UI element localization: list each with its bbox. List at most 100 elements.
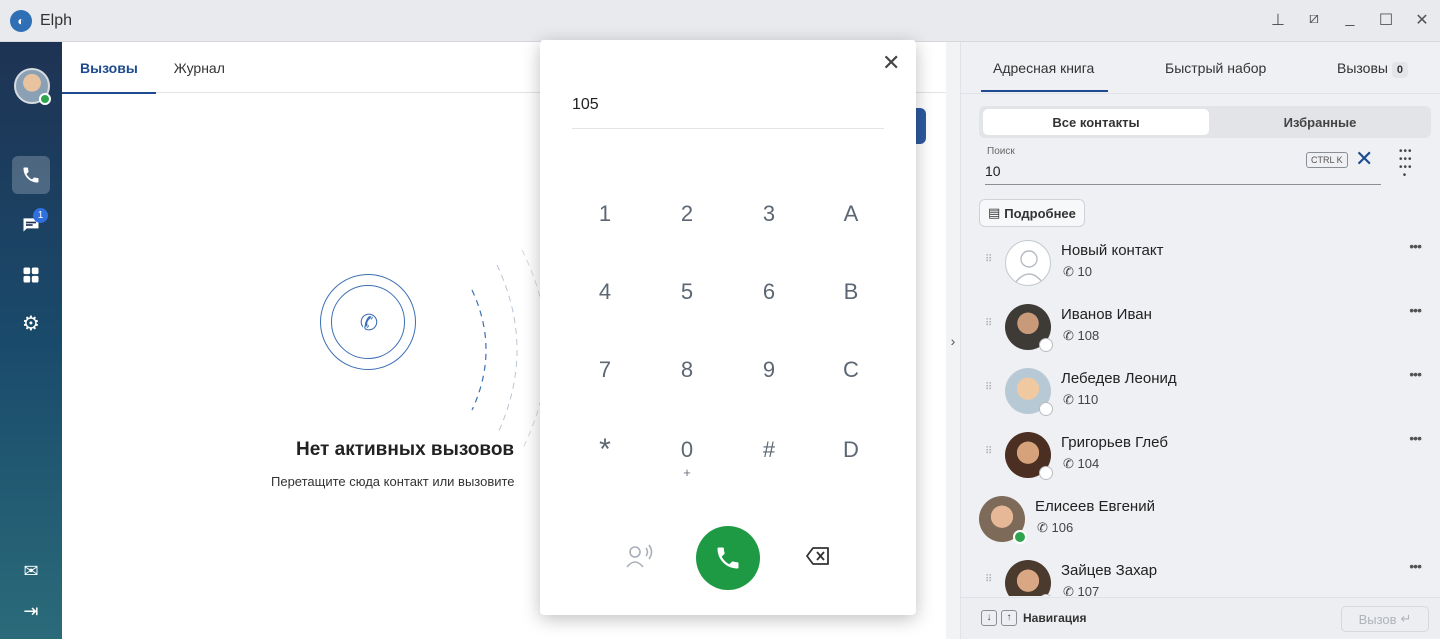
phone-icon [23, 167, 39, 183]
nav-settings-button[interactable]: ⚙ [12, 304, 50, 342]
dial-key-d[interactable]: D [816, 420, 886, 480]
contact-number: ✆ 10 [1063, 264, 1092, 279]
compact-mode-icon[interactable]: ⧄ [1306, 10, 1322, 30]
dial-key-3[interactable]: 3 [734, 184, 804, 244]
app-title: Elph [40, 11, 73, 29]
dial-key-9[interactable]: 9 [734, 340, 804, 400]
app-logo-icon: ◐ [10, 9, 32, 32]
dial-key-b[interactable]: B [816, 262, 886, 322]
search-input[interactable] [985, 160, 1315, 182]
dial-key-a[interactable]: A [816, 184, 886, 244]
contact-item[interactable]: ⠿ Лебедев Леонид ✆ 110 ••• [977, 360, 1433, 420]
contacts-tabs: Адресная книга Быстрый набор Вызовы 0 [961, 42, 1440, 94]
drag-handle-icon[interactable]: ⠿ [985, 446, 993, 457]
contact-number: ✆ 106 [1037, 520, 1074, 535]
dial-key-hash[interactable]: # [734, 420, 804, 480]
backspace-button[interactable] [798, 536, 838, 576]
contact-item[interactable]: ⠿ Иванов Иван ✆ 108 ••• [977, 296, 1433, 356]
dial-key-star[interactable]: * [570, 420, 640, 480]
logout-icon: ⇥ [23, 600, 39, 621]
search-underline [985, 184, 1381, 185]
gear-icon: ⚙ [22, 312, 40, 335]
dial-key-1[interactable]: 1 [570, 184, 640, 244]
tab-calls[interactable]: Вызовы [62, 42, 156, 94]
enter-key-icon: ↵ [1400, 611, 1412, 626]
user-avatar[interactable] [14, 68, 51, 105]
drag-handle-icon[interactable]: ⠿ [985, 254, 993, 265]
clear-search-icon[interactable]: ✕ [1355, 146, 1373, 172]
call-button[interactable] [696, 526, 760, 590]
details-button[interactable]: ▤ Подробнее [979, 199, 1085, 227]
arrow-up-key-icon: ↑ [1001, 610, 1017, 626]
more-options-icon[interactable]: ••• [1409, 558, 1422, 574]
contact-item[interactable]: Елисеев Евгений ✆ 106 [977, 488, 1433, 548]
window-controls: ⊥ ⧄ _ ☐ ✕ [1270, 10, 1430, 30]
empty-calls-illustration: ✆ [320, 274, 416, 370]
contact-item[interactable]: ⠿ Новый контакт ✆ 10 ••• [977, 232, 1433, 292]
pin-icon[interactable]: ⊥ [1270, 10, 1286, 30]
mail-icon: ✉ [23, 560, 39, 581]
maximize-icon[interactable]: ☐ [1378, 10, 1394, 30]
dial-key-8[interactable]: 8 [652, 340, 722, 400]
close-window-icon[interactable]: ✕ [1414, 10, 1430, 30]
offline-status-icon [1039, 594, 1053, 596]
more-options-icon[interactable]: ••• [1409, 430, 1422, 446]
contact-name: Иванов Иван [1061, 306, 1152, 323]
call-button-footer[interactable]: Вызов ↵ [1341, 606, 1429, 632]
contact-number: ✆ 108 [1063, 328, 1100, 343]
tab-speed-dial[interactable]: Быстрый набор [1165, 60, 1266, 76]
voice-dial-button[interactable] [616, 536, 664, 576]
dial-key-0[interactable]: 0 + [652, 428, 722, 488]
more-options-icon[interactable]: ••• [1409, 238, 1422, 254]
tab-calls-right-label: Вызовы [1337, 60, 1388, 76]
drag-handle-icon[interactable]: ⠿ [985, 574, 993, 585]
contact-number: ✆ 107 [1063, 584, 1100, 596]
nav-calls-button[interactable] [12, 156, 50, 194]
dial-key-2[interactable]: 2 [652, 184, 722, 244]
dialer-modal: ✕ 105 1 2 3 A 4 5 6 B 7 8 9 C * 0 + # D [540, 40, 916, 615]
phone-icon [717, 547, 739, 569]
contact-name: Лебедев Леонид [1061, 370, 1177, 387]
tab-calls-right[interactable]: Вызовы 0 [1337, 60, 1408, 78]
tab-address-book[interactable]: Адресная книга [980, 60, 1109, 92]
offline-status-icon [1039, 402, 1053, 416]
nav-rail: 1 ⚙ ✉ ⇥ [0, 42, 62, 639]
contact-number: ✆ 104 [1063, 456, 1100, 471]
logout-button[interactable]: ⇥ [12, 592, 50, 630]
dial-key-7[interactable]: 7 [570, 340, 640, 400]
dial-key-6[interactable]: 6 [734, 262, 804, 322]
contact-card-icon: ▤ [988, 205, 1001, 220]
contact-item[interactable]: ⠿ Григорьев Глеб ✆ 104 ••• [977, 424, 1433, 484]
dial-underline [572, 128, 884, 129]
panel-toggle-button[interactable]: › [946, 42, 960, 639]
filter-favorites[interactable]: Избранные [1209, 109, 1431, 135]
empty-calls-subtitle: Перетащите сюда контакт или вызовите [271, 474, 515, 489]
dial-key-c[interactable]: C [816, 340, 886, 400]
filter-all-contacts[interactable]: Все контакты [983, 109, 1209, 135]
dialpad-icon[interactable]: ••• ••• ••• • [1399, 147, 1413, 181]
more-options-icon[interactable]: ••• [1409, 302, 1422, 318]
contacts-pane: Адресная книга Быстрый набор Вызовы 0 Все… [960, 42, 1440, 639]
arrow-down-key-icon: ↓ [981, 610, 997, 626]
more-options-icon[interactable]: ••• [1409, 366, 1422, 382]
close-icon[interactable]: ✕ [882, 50, 900, 76]
nav-mail-button[interactable]: ✉ [12, 552, 50, 590]
minimize-icon[interactable]: _ [1342, 10, 1358, 30]
nav-apps-button[interactable] [12, 256, 50, 294]
dial-key-5[interactable]: 5 [652, 262, 722, 322]
offline-status-icon [1039, 466, 1053, 480]
drag-handle-icon[interactable]: ⠿ [985, 382, 993, 393]
dialed-number[interactable]: 105 [572, 96, 599, 114]
navigation-hint: Навигация [1023, 611, 1087, 625]
dial-key-4[interactable]: 4 [570, 262, 640, 322]
contact-avatar [1005, 560, 1051, 596]
calls-count-badge: 0 [1391, 62, 1408, 78]
contact-item[interactable]: ⠿ Зайцев Захар ✆ 107 ••• [977, 552, 1433, 596]
phone-outline-icon: ✆ [359, 310, 379, 335]
contact-name: Новый контакт [1061, 242, 1164, 259]
offline-status-icon [1039, 338, 1053, 352]
nav-chats-button[interactable]: 1 [12, 206, 50, 244]
drag-handle-icon[interactable]: ⠿ [985, 318, 993, 329]
tab-journal[interactable]: Журнал [156, 42, 243, 93]
contact-name: Елисеев Евгений [1035, 498, 1155, 515]
